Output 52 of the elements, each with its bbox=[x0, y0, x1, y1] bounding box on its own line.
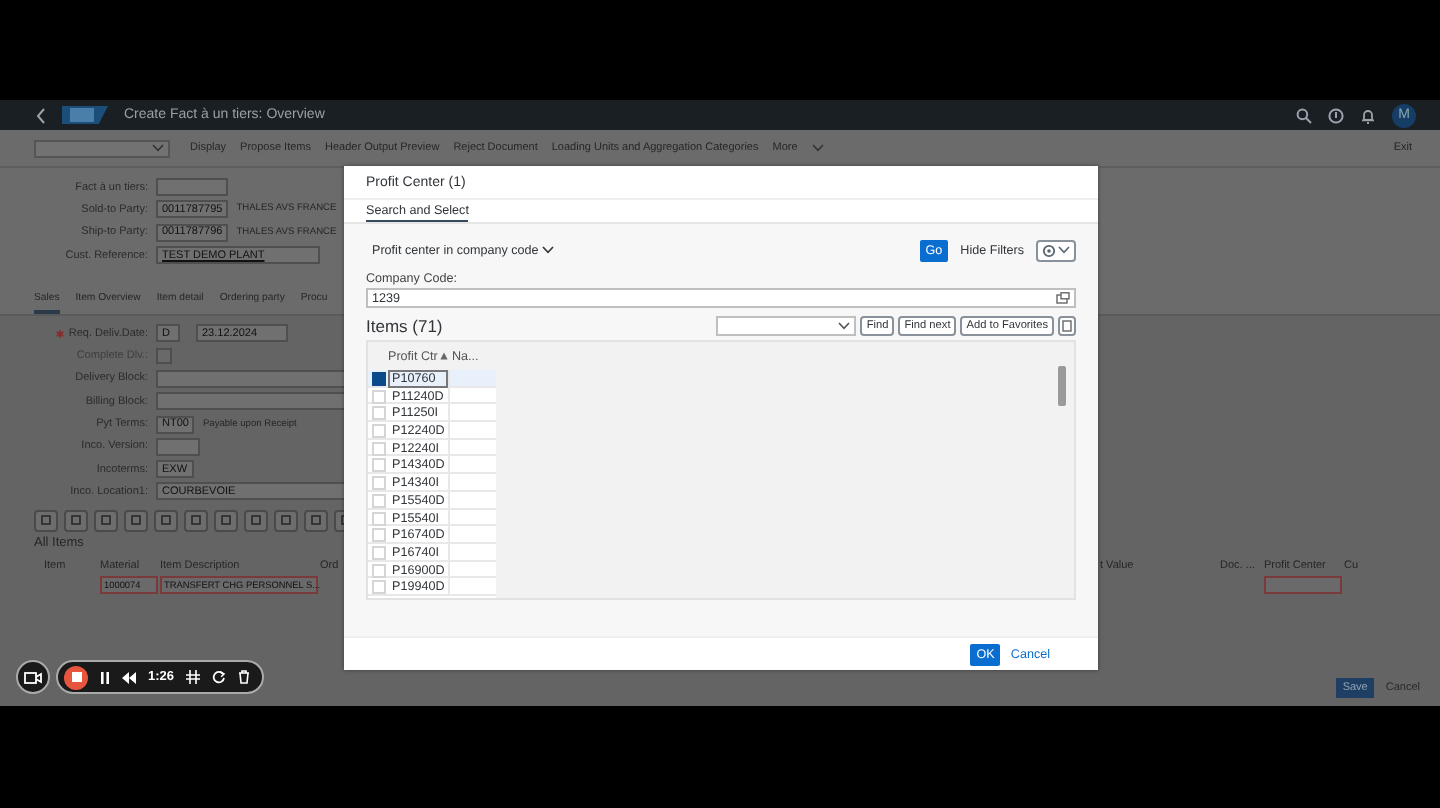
scrollbar-thumb[interactable] bbox=[1058, 366, 1066, 406]
tool-icon bbox=[280, 514, 292, 527]
tool-icon bbox=[310, 514, 322, 527]
table-settings-button[interactable] bbox=[1058, 316, 1076, 336]
toolbar-icon-button[interactable] bbox=[34, 509, 58, 532]
restart-icon[interactable] bbox=[212, 670, 227, 684]
value-help-icon[interactable] bbox=[1056, 292, 1070, 304]
settings-icon bbox=[1042, 243, 1056, 257]
settings-button[interactable] bbox=[1036, 239, 1076, 261]
tool-icon bbox=[160, 514, 172, 527]
tool-icon bbox=[100, 514, 112, 527]
caret-icon bbox=[838, 322, 851, 330]
toolbar-icon-button[interactable] bbox=[154, 509, 178, 532]
search-dropdown[interactable] bbox=[716, 316, 857, 336]
camera-icon bbox=[24, 671, 42, 683]
toolbar-icon-button[interactable] bbox=[184, 509, 208, 532]
dropdown-field[interactable] bbox=[34, 139, 170, 157]
pause-icon[interactable] bbox=[100, 671, 110, 683]
search-icon[interactable] bbox=[1296, 107, 1312, 123]
back-icon[interactable] bbox=[36, 107, 46, 123]
tool-icon bbox=[190, 514, 202, 527]
toolbar-icon-button[interactable] bbox=[274, 509, 298, 532]
tool-icon bbox=[250, 514, 262, 527]
toolbar-icon-button[interactable] bbox=[214, 509, 238, 532]
stop-icon bbox=[71, 672, 81, 682]
items-title: Items (71) bbox=[366, 316, 443, 336]
toolbar-icon-button[interactable] bbox=[94, 509, 118, 532]
tool-icon bbox=[70, 514, 82, 527]
caret-icon bbox=[152, 144, 164, 152]
logo-mark-icon bbox=[68, 106, 96, 124]
tool-icon bbox=[130, 514, 142, 527]
tool-icon bbox=[220, 514, 232, 527]
stop-button[interactable] bbox=[64, 665, 88, 689]
rewind-icon[interactable] bbox=[122, 671, 136, 683]
grid-icon[interactable] bbox=[186, 670, 201, 684]
toolbar-icon-button[interactable] bbox=[64, 509, 88, 532]
trash-icon[interactable] bbox=[238, 670, 251, 684]
toolbar-icon-button[interactable] bbox=[304, 509, 328, 532]
sort-ascending-icon bbox=[440, 352, 448, 360]
settings-icon bbox=[1062, 320, 1072, 332]
notification-bell-icon[interactable] bbox=[1360, 107, 1376, 123]
caret-icon bbox=[542, 246, 555, 254]
input-field[interactable] bbox=[156, 437, 200, 456]
toolbar-icon-button[interactable] bbox=[124, 509, 148, 532]
caret-icon bbox=[1058, 246, 1070, 254]
input-field[interactable] bbox=[156, 178, 228, 197]
caret-icon bbox=[811, 144, 824, 152]
profit-center-field[interactable] bbox=[1264, 576, 1342, 595]
tool-icon bbox=[40, 514, 52, 527]
row-checkbox[interactable] bbox=[372, 372, 386, 386]
help-icon[interactable] bbox=[1328, 107, 1344, 123]
toolbar-icon-button[interactable] bbox=[244, 509, 268, 532]
